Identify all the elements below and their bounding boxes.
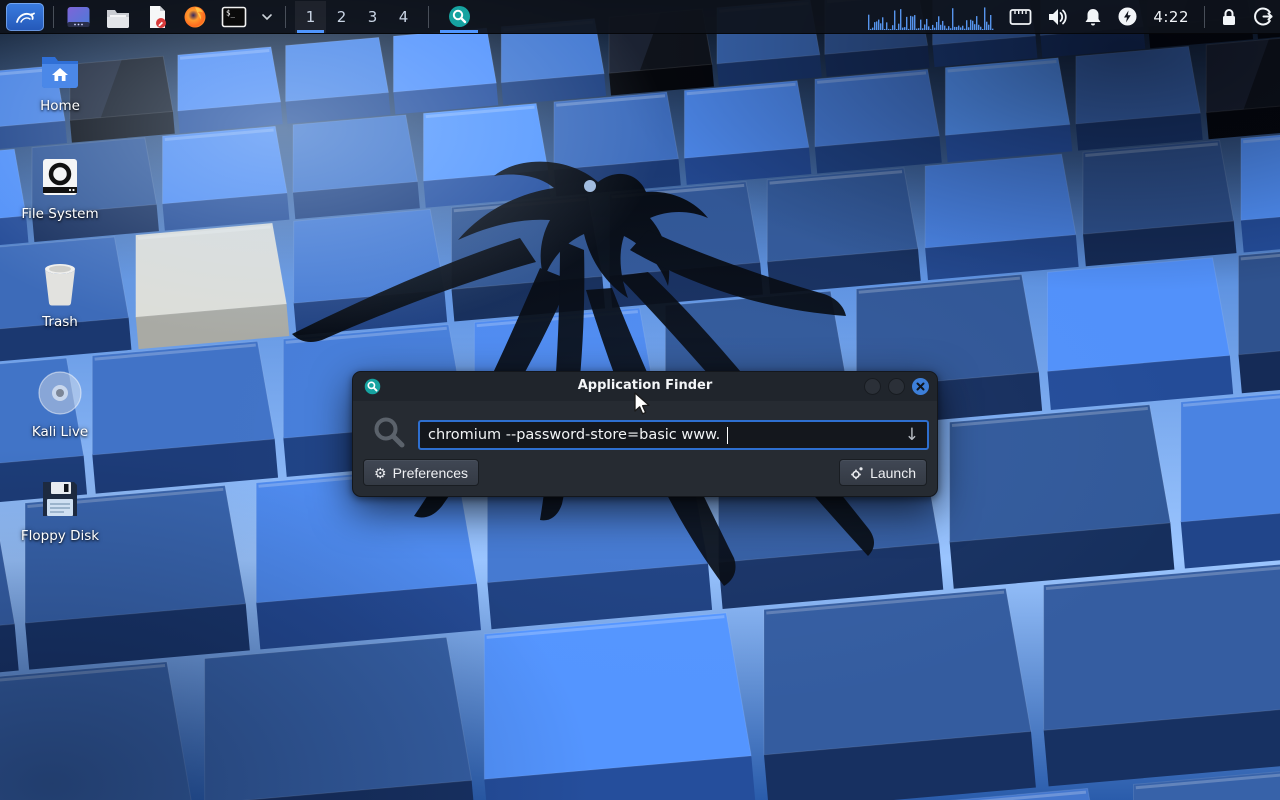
- text-editor-icon: [145, 5, 169, 29]
- workspace-4[interactable]: 4: [388, 1, 419, 33]
- desktop-icon-file-system[interactable]: File System: [12, 156, 108, 222]
- panel-separator: [53, 6, 54, 28]
- workspace-3-label: 3: [368, 8, 378, 26]
- firefox-icon: [183, 5, 207, 29]
- activity-graph[interactable]: [868, 3, 994, 31]
- chevron-down-icon: [261, 13, 273, 21]
- minimize-button[interactable]: [864, 378, 881, 395]
- svg-text:$_: $_: [226, 8, 236, 17]
- workspace-3[interactable]: 3: [357, 1, 388, 33]
- preferences-label: Preferences: [393, 465, 468, 481]
- search-icon: [372, 415, 407, 450]
- trash-can-icon: [39, 262, 81, 306]
- titlebar[interactable]: Application Finder: [353, 372, 937, 401]
- gear-icon: ⚙: [374, 466, 387, 480]
- launcher-text-editor[interactable]: [142, 2, 172, 32]
- desktop-icon-label: Trash: [42, 315, 78, 330]
- desktop-icon-label: Floppy Disk: [21, 529, 99, 544]
- top-panel: $_ 1 2 3 4: [0, 0, 1280, 34]
- hard-drive-icon: [39, 156, 81, 198]
- lock-screen-icon[interactable]: [1220, 7, 1238, 27]
- desktop-icon-floppy-disk[interactable]: Floppy Disk: [12, 478, 108, 544]
- home-folder-icon: [39, 52, 81, 90]
- text-caret: [727, 427, 728, 444]
- workspace-1-label: 1: [306, 8, 316, 26]
- application-finder-launcher[interactable]: [438, 1, 480, 33]
- desktop-icon-trash[interactable]: Trash: [12, 262, 108, 330]
- volume-icon[interactable]: [1047, 7, 1069, 27]
- kali-logo-icon: [14, 7, 36, 27]
- close-icon: [916, 382, 925, 391]
- notification-bell-icon[interactable]: [1084, 7, 1102, 27]
- preferences-button[interactable]: ⚙ Preferences: [363, 459, 479, 486]
- clock[interactable]: 4:22: [1153, 8, 1189, 26]
- panel-separator: [428, 6, 429, 28]
- launch-label: Launch: [870, 465, 916, 481]
- app-finder-icon: [448, 5, 471, 28]
- desktop-icon-label: Home: [40, 99, 80, 114]
- desktop-icon-label: Kali Live: [32, 425, 88, 440]
- close-button[interactable]: [912, 378, 929, 395]
- finder-command-input[interactable]: chromium --password-store=basic www. ↓: [418, 420, 929, 450]
- launcher-window-app[interactable]: [63, 2, 94, 32]
- workspace-4-label: 4: [399, 8, 409, 26]
- desktop-icon-home[interactable]: Home: [12, 52, 108, 114]
- terminal-icon: $_: [221, 5, 247, 29]
- dialog-button-row: ⚙ Preferences Launch: [363, 459, 927, 486]
- application-finder-window: Application Finder chromium --password-s…: [352, 371, 938, 497]
- window-title: Application Finder: [353, 378, 937, 393]
- launcher-firefox[interactable]: [180, 2, 210, 32]
- logout-icon[interactable]: [1253, 6, 1274, 27]
- panel-status-area: 4:22: [868, 3, 1274, 31]
- desktop-icon-kali-live[interactable]: Kali Live: [12, 370, 108, 440]
- power-manager-icon[interactable]: [1117, 6, 1138, 27]
- launch-button[interactable]: Launch: [839, 459, 927, 486]
- launcher-group: $_: [63, 2, 276, 32]
- window-app-icon: [66, 5, 91, 29]
- kali-menu-button[interactable]: [6, 3, 44, 31]
- workspace-1[interactable]: 1: [295, 1, 326, 33]
- maximize-button[interactable]: [888, 378, 905, 395]
- launch-icon: [850, 466, 864, 480]
- panel-separator: [1204, 6, 1205, 28]
- launcher-file-manager[interactable]: [102, 2, 134, 32]
- dropdown-arrow-icon[interactable]: ↓: [905, 427, 919, 444]
- terminal-dropdown[interactable]: [258, 2, 276, 32]
- launcher-terminal[interactable]: $_: [218, 2, 250, 32]
- optical-disc-icon: [37, 370, 83, 416]
- floppy-disk-icon: [39, 478, 81, 520]
- workspace-switcher: 1 2 3 4: [295, 1, 419, 33]
- panel-separator: [285, 6, 286, 28]
- window-buttons: [864, 378, 929, 395]
- folder-icon: [105, 5, 131, 29]
- workspace-2-label: 2: [337, 8, 347, 26]
- network-icon[interactable]: [1009, 8, 1032, 26]
- workspace-2[interactable]: 2: [326, 1, 357, 33]
- input-text: chromium --password-store=basic www.: [428, 427, 720, 443]
- desktop-icon-label: File System: [21, 207, 98, 222]
